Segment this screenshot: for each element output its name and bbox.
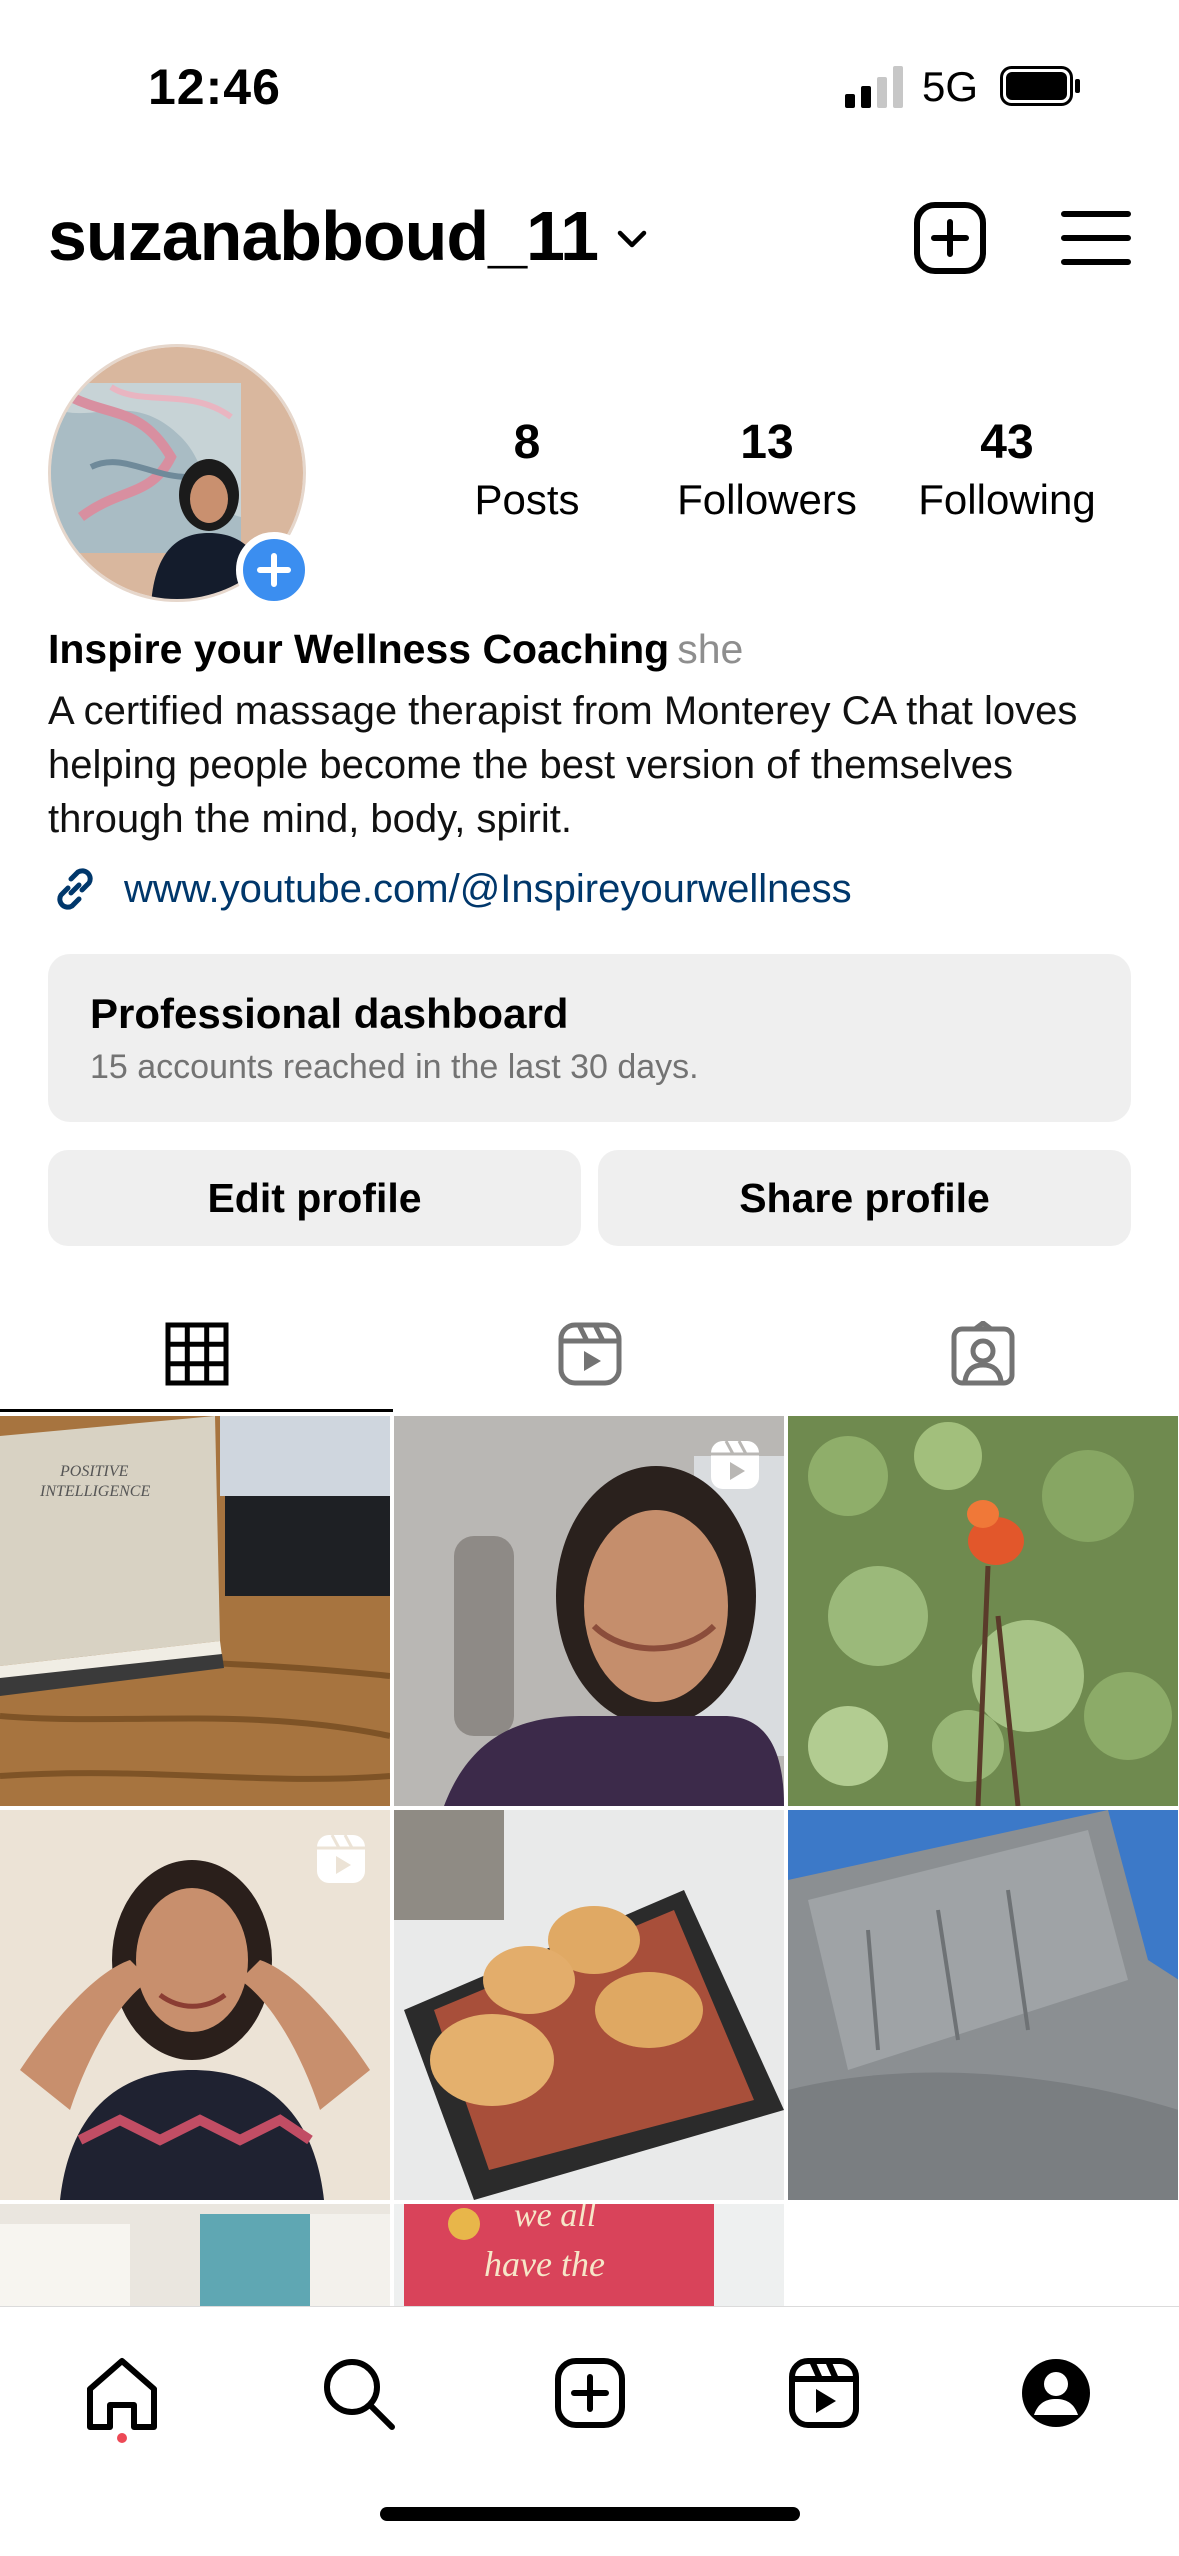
posts-grid: POSITIVE INTELLIGENCE we all have the (0, 1416, 1179, 2306)
reels-icon (558, 1322, 621, 1386)
post-image-book: POSITIVE INTELLIGENCE (0, 1416, 390, 1806)
followers-count: 13 (740, 416, 794, 469)
grid-icon (165, 1322, 228, 1386)
post-tile[interactable] (394, 1810, 784, 2200)
display-name: Inspire your Wellness Coaching (48, 626, 670, 672)
posts-count: 8 (513, 416, 541, 469)
reels-icon[interactable] (784, 2353, 864, 2433)
posts-label: Posts (474, 476, 580, 523)
stat-posts[interactable]: 8 Posts (412, 415, 642, 524)
share-profile-button[interactable]: Share profile (598, 1150, 1131, 1246)
edit-profile-button[interactable]: Edit profile (48, 1150, 581, 1246)
network-label: 5G (922, 63, 979, 110)
home-indicator[interactable] (380, 2507, 800, 2521)
stat-followers[interactable]: 13 Followers (652, 415, 882, 524)
tagged-icon (951, 1321, 1014, 1386)
post-tile[interactable] (394, 1416, 784, 1806)
search-icon[interactable] (318, 2353, 398, 2433)
account-switcher[interactable]: suzanabboud_11 (48, 196, 652, 276)
book-title-line1: POSITIVE (59, 1463, 129, 1480)
new-post-icon[interactable] (912, 200, 988, 276)
tab-posts-grid[interactable] (0, 1296, 393, 1412)
status-bar: 12:46 5G (0, 0, 1179, 150)
post-image-rock (788, 1810, 1178, 2200)
home-icon[interactable] (82, 2353, 162, 2433)
pronoun: she (677, 626, 744, 672)
create-icon[interactable] (550, 2353, 630, 2433)
sign-line2: have the (484, 2244, 605, 2284)
link-icon (57, 868, 93, 910)
tab-tagged[interactable] (786, 1296, 1179, 1412)
menu-icon[interactable] (1058, 200, 1134, 276)
link-text: www.youtube.com/@Inspireyourwellness (124, 866, 852, 911)
bio-link[interactable]: www.youtube.com/@Inspireyourwellness (48, 862, 852, 916)
status-time: 12:46 (148, 59, 281, 115)
post-image-window (0, 2204, 390, 2306)
plus-icon (257, 553, 291, 587)
chevron-down-icon (617, 230, 647, 248)
bio-text: A certified massage therapist from Monte… (48, 689, 1078, 841)
post-image-flower (788, 1416, 1178, 1806)
reel-badge-icon (711, 1440, 759, 1489)
profile-name: Inspire your Wellness Coaching she (48, 626, 743, 673)
dashboard-title: Professional dashboard (90, 990, 569, 1037)
battery-icon (1000, 66, 1080, 106)
stat-following[interactable]: 43 Following (892, 415, 1122, 524)
sign-line1: we all (514, 2204, 596, 2234)
reel-badge-icon (317, 1834, 365, 1883)
username: suzanabboud_11 (48, 197, 599, 275)
post-tile[interactable] (788, 1416, 1178, 1806)
profile-tabs (0, 1296, 1179, 1412)
followers-label: Followers (677, 476, 857, 523)
following-count: 43 (980, 416, 1034, 469)
bottom-nav (0, 2306, 1179, 2556)
post-tile[interactable]: we all have the (394, 2204, 784, 2306)
add-story-button[interactable] (236, 532, 312, 608)
following-label: Following (918, 476, 1096, 523)
book-title-line2: INTELLIGENCE (39, 1483, 150, 1500)
notification-dot (117, 2433, 127, 2443)
tab-reels[interactable] (393, 1296, 786, 1412)
signal-icon (845, 66, 903, 108)
dashboard-subtitle: 15 accounts reached in the last 30 days. (90, 1048, 699, 1086)
post-tile[interactable] (788, 1810, 1178, 2200)
post-tile[interactable] (0, 2204, 390, 2306)
post-tile[interactable]: POSITIVE INTELLIGENCE (0, 1416, 390, 1806)
professional-dashboard[interactable]: Professional dashboard 15 accounts reach… (48, 954, 1131, 1122)
profile-icon[interactable] (1016, 2353, 1096, 2433)
post-image-bread (394, 1810, 784, 2200)
post-tile[interactable] (0, 1810, 390, 2200)
post-image-sign: we all have the (394, 2204, 784, 2306)
